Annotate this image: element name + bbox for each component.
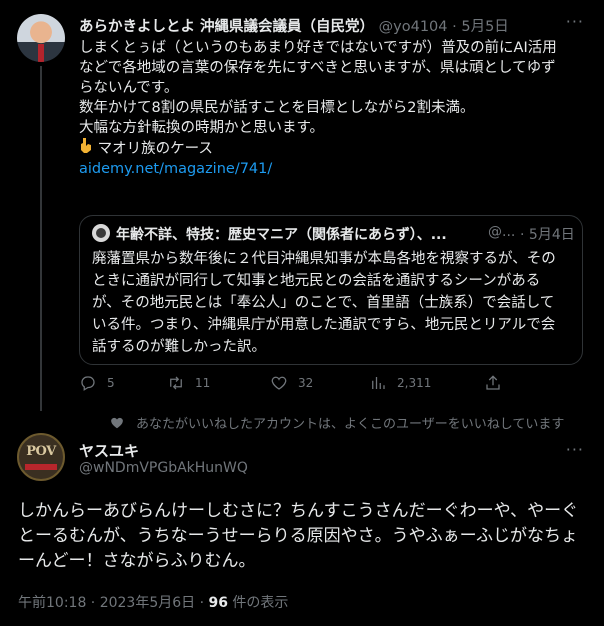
like-count: 32 [298,376,314,390]
quoted-text-line: 話するのが難しかった訳。 [92,339,266,355]
more-options-icon[interactable]: ··· [566,440,584,459]
tweet-meta: 午前10:18 · 2023年5月6日 · 96 件の表示 [18,592,288,612]
view-label: 件の表示 [227,595,289,611]
view-count: 96 [208,595,228,611]
author-name[interactable]: あらかきよしとよ 沖縄県議会議員（自民党） [79,19,374,35]
reply-author-name[interactable]: ヤスユキ [79,440,139,461]
quoted-tweet-text: 廃藩置県から数年後に２代目沖縄県知事が本島各地を視察するが、その ときに通訳が同… [92,248,576,358]
reply-author-handle[interactable]: @wNDmVPGbAkHunWQ [79,460,248,476]
more-options-icon[interactable]: ··· [566,12,584,31]
quoted-text-line: 廃藩置県から数年後に２代目沖縄県知事が本島各地を視察するが、その [92,251,556,267]
reply-author-avatar[interactable]: POV [17,433,65,481]
quoted-tweet-date: · 5月4日 [520,224,575,244]
reply-button[interactable]: 5 [79,374,115,392]
tweet-text: しまくとぅば（というのもあまり好きではないですが）普及の前にAI活用 などで各地… [79,38,589,179]
quoted-text-line: いる件。つまり、沖縄県庁が用意した通訳ですら、地元民とリアルで会 [92,317,556,333]
tweet-timestamp[interactable]: 午前10:18 · 2023年5月6日 · [18,595,209,611]
quoted-tweet-header: 年齢不詳、特技：歴史マニア（関係者にあらず）、... @... · 5月4日 [116,224,576,244]
quoted-date-value: 5月4日 [528,227,575,243]
author-avatar[interactable] [17,14,65,62]
heart-icon [271,376,287,390]
tweet-action-bar: 5 11 32 2,311 [79,374,519,396]
thread-connector-line [40,66,42,411]
quoted-author-name: 年齢不詳、特技：歴史マニア（関係者にあらず）、... [116,227,447,243]
tweet-date[interactable]: 5月5日 [461,19,508,35]
tweet-text-line: 大幅な方針転換の時期かと思います。 [79,120,325,136]
share-icon [486,375,500,390]
reply-icon [81,376,95,391]
view-count: 2,311 [397,376,432,390]
reply-count: 5 [107,376,115,390]
header-separator: · [452,19,457,35]
avatar-logo-text: POV [26,444,56,459]
retweet-button[interactable]: 11 [167,374,210,392]
reply-text-line: ーんどー！さながらふりむん。 [18,551,256,571]
tweet-header: あらかきよしとよ 沖縄県議会議員（自民党） @yo4104 · 5月5日 [79,15,509,36]
article-link[interactable]: aidemy.net/magazine/741/ [79,161,272,177]
quoted-tweet[interactable]: 年齢不詳、特技：歴史マニア（関係者にあらず）、... @... · 5月4日 廃… [79,215,583,365]
retweet-icon [170,376,182,390]
reply-tweet-text: しかんらーあびらんけーしむさに？ちんすこうさんだーぐわーや、やーぐ とーるむんが… [18,499,588,574]
quoted-text-line: ときに通訳が同行して知事と地元民との会話を通訳するシーンがある [92,273,541,289]
tweet-text-line: らないんです。 [79,80,179,96]
tweet-text-line: しまくとぅば（というのもあまり好きではないですが）普及の前にAI活用 [79,40,557,56]
tweet-text-line: マオリ族のケース [79,138,589,159]
like-button[interactable]: 32 [270,374,313,392]
tweet-text-line: 数年かけて8割の県民が話すことを目標としながら2割未満。 [79,100,475,116]
tweet-text-segment: マオリ族のケース [97,141,213,157]
heart-icon [111,417,123,428]
author-handle[interactable]: @yo4104 [379,19,448,35]
tweet-text-line: などで各地域の言葉の保存を先にすべきと思いますが、県は頑としてゆず [79,60,556,76]
views-button[interactable]: 2,311 [369,374,431,392]
quoted-text-line: が、その地元民とは「奉公人」のことで、首里語（士族系）で会話して [92,295,555,311]
liked-notice-text: あなたがいいねしたアカウントは、よくこのユーザーをいいねしています [136,417,565,432]
share-button[interactable] [484,374,502,392]
liked-accounts-notice: あなたがいいねしたアカウントは、よくこのユーザーをいいねしています [110,413,564,432]
header-separator: · [520,227,525,243]
analytics-icon [372,377,385,389]
pointing-down-icon [79,138,93,159]
reply-text-line: とーるむんが、うちなーうせーらりる原因やさ。うやふぁーふじがなちょ [18,526,578,546]
reply-text-line: しかんらーあびらんけーしむさに？ちんすこうさんだーぐわーや、やーぐ [18,501,579,521]
quoted-author-handle: @... [488,224,516,240]
quoted-author-avatar [92,224,110,242]
retweet-count: 11 [195,376,211,390]
